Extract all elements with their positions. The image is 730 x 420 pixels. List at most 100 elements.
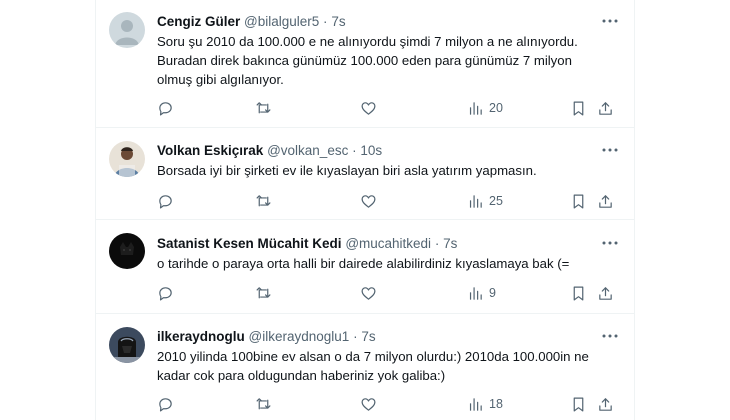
tweet-feed: Cengiz Güler @bilalguler5 · 7s Soru şu 2… <box>95 0 635 420</box>
views-button[interactable]: 18 <box>467 394 503 414</box>
timestamp[interactable]: 7s <box>361 329 375 344</box>
bookmark-icon <box>573 194 584 208</box>
separator-dot: · <box>323 14 328 29</box>
reply-button[interactable] <box>157 191 174 211</box>
tweet-actions: 9 <box>157 283 617 303</box>
tweet[interactable]: Cengiz Güler @bilalguler5 · 7s Soru şu 2… <box>96 0 634 128</box>
reply-button[interactable] <box>157 394 174 414</box>
bookmark-button[interactable] <box>570 283 587 303</box>
tweet-text-line: kadar cok para oldugundan haberiniz yok … <box>157 368 446 383</box>
share-icon <box>599 397 612 411</box>
heart-icon <box>361 286 376 300</box>
retweet-button[interactable] <box>255 394 272 414</box>
timestamp[interactable]: 7s <box>331 14 345 29</box>
retweet-icon <box>256 194 271 206</box>
views-count: 25 <box>489 194 503 208</box>
views-icon <box>469 194 482 208</box>
reply-icon <box>159 286 172 300</box>
tweet-actions: 25 <box>157 191 617 211</box>
views-count: 9 <box>489 286 496 300</box>
dark-avatar[interactable] <box>109 233 145 269</box>
views-button[interactable]: 25 <box>467 191 503 211</box>
author-name[interactable]: ilkeraydnoglu <box>157 329 245 344</box>
tweet[interactable]: Satanist Kesen Mücahit Kedi @mucahitkedi… <box>96 220 634 314</box>
author-name[interactable]: Volkan Eskiçırak <box>157 143 263 158</box>
separator-dot: · <box>353 329 358 344</box>
share-icon <box>599 194 612 208</box>
views-count: 20 <box>489 101 503 115</box>
tweet-header: Satanist Kesen Mücahit Kedi @mucahitkedi… <box>157 235 614 252</box>
bookmark-button[interactable] <box>570 394 587 414</box>
reply-button[interactable] <box>157 283 174 303</box>
author-handle[interactable]: @ilkeraydnoglu1 <box>249 329 350 344</box>
share-icon <box>599 101 612 115</box>
tweet[interactable]: Volkan Eskiçırak @volkan_esc · 10s Borsa… <box>96 128 634 220</box>
share-button[interactable] <box>597 191 614 211</box>
tweet-actions: 20 <box>157 98 617 118</box>
reply-icon <box>159 194 172 208</box>
tweet-text-line: o tarihde o paraya orta halli bir daired… <box>157 256 570 271</box>
author-name[interactable]: Satanist Kesen Mücahit Kedi <box>157 236 342 251</box>
retweet-button[interactable] <box>255 283 272 303</box>
bookmark-icon <box>573 286 584 300</box>
tweet-text-line: olmuş gibi algılanıyor. <box>157 72 284 87</box>
timestamp[interactable]: 7s <box>443 236 457 251</box>
heart-icon <box>361 101 376 115</box>
reply-button[interactable] <box>157 98 174 118</box>
author-handle[interactable]: @volkan_esc <box>267 143 348 158</box>
heart-icon <box>361 397 376 411</box>
separator-dot: · <box>352 143 357 158</box>
retweet-button[interactable] <box>255 98 272 118</box>
bookmark-button[interactable] <box>570 98 587 118</box>
tweet-actions: 18 <box>157 394 617 414</box>
views-icon <box>469 397 482 411</box>
helmet-avatar[interactable] <box>109 327 145 363</box>
tweet-header: Cengiz Güler @bilalguler5 · 7s <box>157 13 614 30</box>
views-icon <box>469 286 482 300</box>
photo-avatar[interactable] <box>109 141 145 177</box>
more-options-icon[interactable] <box>600 235 620 251</box>
views-icon <box>469 101 482 115</box>
views-button[interactable]: 9 <box>467 283 496 303</box>
more-options-icon[interactable] <box>600 13 620 29</box>
share-button[interactable] <box>597 283 614 303</box>
tweet-text-line: Soru şu 2010 da 100.000 e ne alınıyordu … <box>157 34 578 49</box>
default-avatar[interactable] <box>109 12 145 48</box>
tweet-text-line: Borsada iyi bir şirketi ev ile kıyaslaya… <box>157 163 537 178</box>
tweet-text: o tarihde o paraya orta halli bir daired… <box>157 254 610 273</box>
author-handle[interactable]: @mucahitkedi <box>345 236 431 251</box>
like-button[interactable] <box>360 98 377 118</box>
retweet-icon <box>256 101 271 113</box>
timestamp[interactable]: 10s <box>360 143 382 158</box>
share-button[interactable] <box>597 394 614 414</box>
bookmark-button[interactable] <box>570 191 587 211</box>
reply-icon <box>159 397 172 411</box>
author-handle[interactable]: @bilalguler5 <box>244 14 319 29</box>
heart-icon <box>361 194 376 208</box>
retweet-icon <box>256 397 271 409</box>
tweet-text-line: Buradan direk bakınca günümüz 100.000 ed… <box>157 53 572 68</box>
retweet-icon <box>256 286 271 298</box>
share-button[interactable] <box>597 98 614 118</box>
tweet-header: ilkeraydnoglu @ilkeraydnoglu1 · 7s <box>157 328 614 345</box>
reply-icon <box>159 101 172 115</box>
like-button[interactable] <box>360 394 377 414</box>
share-icon <box>599 286 612 300</box>
bookmark-icon <box>573 397 584 411</box>
retweet-button[interactable] <box>255 191 272 211</box>
like-button[interactable] <box>360 283 377 303</box>
tweet-text: 2010 yilinda 100bine ev alsan o da 7 mil… <box>157 347 610 385</box>
more-options-icon[interactable] <box>600 142 620 158</box>
tweet-text-line: 2010 yilinda 100bine ev alsan o da 7 mil… <box>157 349 589 364</box>
author-name[interactable]: Cengiz Güler <box>157 14 240 29</box>
tweet-header: Volkan Eskiçırak @volkan_esc · 10s <box>157 142 614 159</box>
separator-dot: · <box>434 236 440 251</box>
more-options-icon[interactable] <box>600 328 620 344</box>
tweet-text: Soru şu 2010 da 100.000 e ne alınıyordu … <box>157 32 610 89</box>
bookmark-icon <box>573 101 584 115</box>
views-count: 18 <box>489 397 503 411</box>
like-button[interactable] <box>360 191 377 211</box>
tweet-text: Borsada iyi bir şirketi ev ile kıyaslaya… <box>157 161 610 180</box>
tweet[interactable]: ilkeraydnoglu @ilkeraydnoglu1 · 7s 2010 … <box>96 314 634 420</box>
views-button[interactable]: 20 <box>467 98 503 118</box>
